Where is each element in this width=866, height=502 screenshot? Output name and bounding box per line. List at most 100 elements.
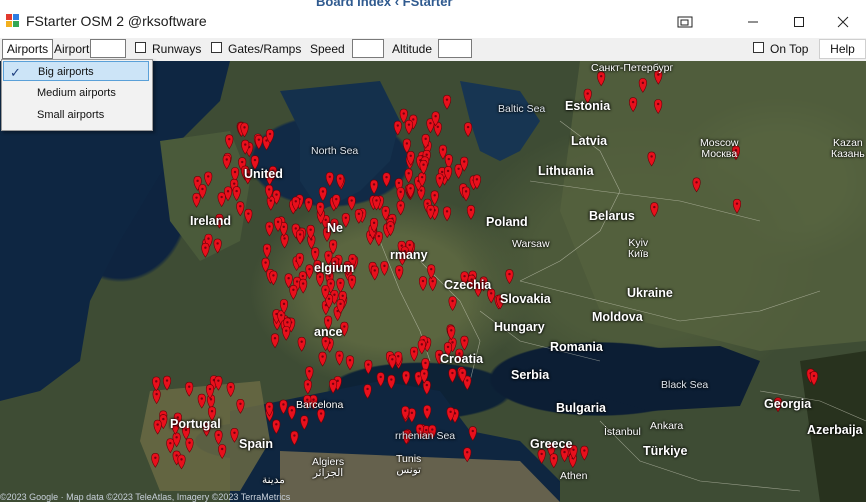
airport-pin-icon[interactable] (404, 168, 413, 184)
airport-pin-icon[interactable] (201, 242, 210, 258)
airport-pin-icon[interactable] (230, 427, 239, 443)
airport-pin-icon[interactable] (396, 200, 405, 216)
airport-pin-icon[interactable] (289, 284, 298, 300)
airport-pin-icon[interactable] (647, 151, 656, 167)
help-button[interactable]: Help (819, 39, 866, 59)
airport-pin-icon[interactable] (236, 398, 245, 414)
airport-pin-icon[interactable] (549, 453, 558, 469)
airport-pin-icon[interactable] (402, 138, 411, 154)
menu-item-big-airports[interactable]: ✓ Big airports (3, 61, 149, 81)
airport-pin-icon[interactable] (236, 201, 245, 217)
airport-pin-icon[interactable] (423, 404, 432, 420)
runways-checkbox[interactable] (135, 42, 146, 53)
airport-pin-icon[interactable] (270, 333, 280, 349)
airport-pin-icon[interactable] (279, 399, 288, 415)
airport-pin-icon[interactable] (380, 261, 389, 276)
airport-pin-icon[interactable] (263, 243, 272, 259)
airport-pin-icon[interactable] (272, 419, 281, 435)
airport-pin-icon[interactable] (462, 186, 471, 202)
airport-pin-icon[interactable] (448, 368, 457, 384)
airport-pin-icon[interactable] (214, 375, 223, 391)
airport-pin-icon[interactable] (318, 186, 327, 202)
airport-pin-icon[interactable] (152, 389, 161, 405)
airport-pin-icon[interactable] (376, 372, 385, 387)
minimize-button[interactable] (730, 8, 776, 36)
airport-pin-icon[interactable] (300, 415, 309, 431)
airport-pin-icon[interactable] (629, 97, 638, 113)
airport-pin-icon[interactable] (466, 205, 475, 220)
airport-pin-icon[interactable] (152, 376, 161, 392)
airport-pin-icon[interactable] (395, 265, 404, 281)
airport-pin-icon[interactable] (296, 229, 305, 245)
airport-pin-icon[interactable] (442, 94, 452, 110)
airport-pin-icon[interactable] (417, 339, 426, 355)
airport-pin-icon[interactable] (244, 208, 253, 224)
airport-pin-icon[interactable] (232, 186, 241, 202)
airport-pin-icon[interactable] (305, 366, 314, 382)
airport-pin-icon[interactable] (185, 381, 194, 397)
gates-ramps-checkbox[interactable] (211, 42, 222, 53)
airport-pin-icon[interactable] (650, 202, 659, 218)
airport-pin-icon[interactable] (428, 276, 437, 292)
airport-pin-icon[interactable] (287, 405, 296, 421)
airport-pin-icon[interactable] (435, 173, 444, 189)
airport-pin-icon[interactable] (396, 187, 405, 202)
airport-pin-icon[interactable] (402, 370, 411, 386)
airport-pin-icon[interactable] (266, 195, 275, 211)
airport-pin-icon[interactable] (185, 437, 194, 453)
airport-pin-icon[interactable] (430, 190, 439, 206)
airport-pin-icon[interactable] (448, 296, 457, 312)
airport-pin-icon[interactable] (505, 269, 514, 285)
maximize-button[interactable] (776, 8, 822, 36)
airport-pin-icon[interactable] (329, 379, 338, 394)
airport-pin-icon[interactable] (304, 197, 313, 213)
airport-pin-icon[interactable] (299, 278, 308, 294)
airport-pin-icon[interactable] (303, 379, 312, 395)
airport-pin-icon[interactable] (345, 355, 355, 371)
airport-pin-icon[interactable] (254, 134, 263, 150)
on-top-checkbox[interactable] (753, 42, 764, 53)
airport-pin-icon[interactable] (213, 238, 222, 254)
airport-pin-icon[interactable] (297, 336, 306, 352)
airport-pin-icon[interactable] (341, 212, 350, 228)
airport-pin-icon[interactable] (290, 430, 299, 446)
airport-pin-icon[interactable] (311, 247, 320, 263)
airport-pin-icon[interactable] (393, 120, 402, 136)
airport-pin-icon[interactable] (387, 374, 396, 390)
airport-pin-icon[interactable] (335, 350, 344, 366)
restore-layout-button[interactable] (662, 8, 708, 36)
airport-pin-icon[interactable] (317, 408, 326, 424)
airport-pin-icon[interactable] (336, 278, 345, 293)
airport-pin-icon[interactable] (214, 430, 223, 445)
airport-input[interactable] (90, 39, 126, 58)
airport-pin-icon[interactable] (464, 122, 473, 138)
airport-pin-icon[interactable] (280, 233, 289, 249)
close-button[interactable] (820, 8, 866, 36)
airport-pin-icon[interactable] (153, 419, 162, 435)
airport-pin-icon[interactable] (692, 177, 701, 193)
airport-pin-icon[interactable] (305, 264, 314, 280)
airport-pin-icon[interactable] (177, 454, 186, 470)
airport-pin-icon[interactable] (732, 198, 742, 214)
airport-pin-icon[interactable] (347, 195, 356, 211)
airport-pin-icon[interactable] (419, 159, 428, 175)
airport-pin-icon[interactable] (369, 179, 379, 195)
airport-pin-icon[interactable] (638, 78, 647, 93)
airport-pin-icon[interactable] (282, 325, 291, 341)
airport-pin-icon[interactable] (162, 375, 172, 391)
airport-pin-icon[interactable] (460, 335, 469, 351)
airport-pin-icon[interactable] (197, 393, 206, 409)
airport-pin-icon[interactable] (809, 371, 819, 386)
menu-item-small-airports[interactable]: Small airports (3, 105, 149, 125)
altitude-input[interactable] (438, 39, 472, 58)
airport-pin-icon[interactable] (418, 276, 428, 292)
airport-pin-icon[interactable] (217, 192, 226, 208)
airport-pin-icon[interactable] (151, 452, 160, 468)
airport-pin-icon[interactable] (654, 99, 663, 115)
airport-pin-icon[interactable] (443, 206, 452, 222)
airport-pin-icon[interactable] (218, 444, 227, 460)
airport-pin-icon[interactable] (363, 384, 372, 399)
airport-pin-icon[interactable] (166, 438, 175, 454)
airport-pin-icon[interactable] (222, 154, 231, 170)
airport-pin-icon[interactable] (325, 172, 334, 187)
